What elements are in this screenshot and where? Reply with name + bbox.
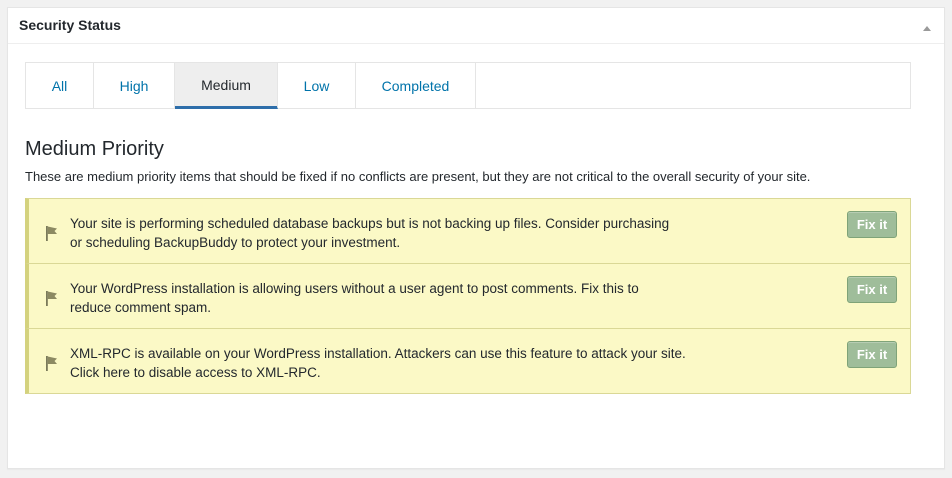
issue-text: XML-RPC is available on your WordPress i… — [70, 344, 710, 382]
tab-low[interactable]: Low — [278, 63, 356, 108]
issue-item: Your WordPress installation is allowing … — [25, 263, 911, 329]
section-title: Medium Priority — [25, 138, 164, 160]
tab-high[interactable]: High — [94, 63, 175, 108]
tab-label: All — [51, 77, 68, 94]
fix-it-button[interactable]: Fix it — [847, 341, 897, 368]
tab-label: Low — [303, 77, 330, 94]
panel-title: Security Status — [19, 17, 121, 33]
section-description: These are medium priority items that sho… — [25, 169, 811, 184]
issue-text-line: reduce comment spam. — [70, 300, 212, 315]
tab-label: High — [119, 77, 149, 94]
tab-completed[interactable]: Completed — [356, 63, 476, 108]
issue-text-line: Click here to disable access to XML-RPC. — [70, 365, 321, 380]
issue-item: Your site is performing scheduled databa… — [25, 198, 911, 264]
tab-label: Completed — [381, 77, 450, 94]
issue-item: XML-RPC is available on your WordPress i… — [25, 328, 911, 394]
issue-text: Your site is performing scheduled databa… — [70, 214, 710, 252]
flag-icon — [44, 289, 60, 307]
tab-all[interactable]: All — [26, 63, 94, 108]
fix-it-button[interactable]: Fix it — [847, 276, 897, 303]
collapse-arrow-icon[interactable] — [922, 21, 932, 31]
tab-label: Medium — [201, 77, 251, 93]
issue-text-line: Your site is performing scheduled databa… — [70, 216, 670, 231]
tab-medium[interactable]: Medium — [175, 63, 278, 109]
fix-it-button[interactable]: Fix it — [847, 211, 897, 238]
panel-header: Security Status — [8, 8, 944, 44]
issue-text-line: Your WordPress installation is allowing … — [70, 281, 639, 296]
flag-icon — [44, 224, 60, 242]
priority-tabs: All High Medium Low Completed — [25, 62, 911, 109]
issue-text-line: or scheduling BackupBuddy to protect you… — [70, 235, 401, 250]
flag-icon — [44, 354, 60, 372]
issue-text-line: XML-RPC is available on your WordPress i… — [70, 346, 686, 361]
issue-text: Your WordPress installation is allowing … — [70, 279, 710, 317]
issue-list: Your site is performing scheduled databa… — [25, 198, 911, 394]
